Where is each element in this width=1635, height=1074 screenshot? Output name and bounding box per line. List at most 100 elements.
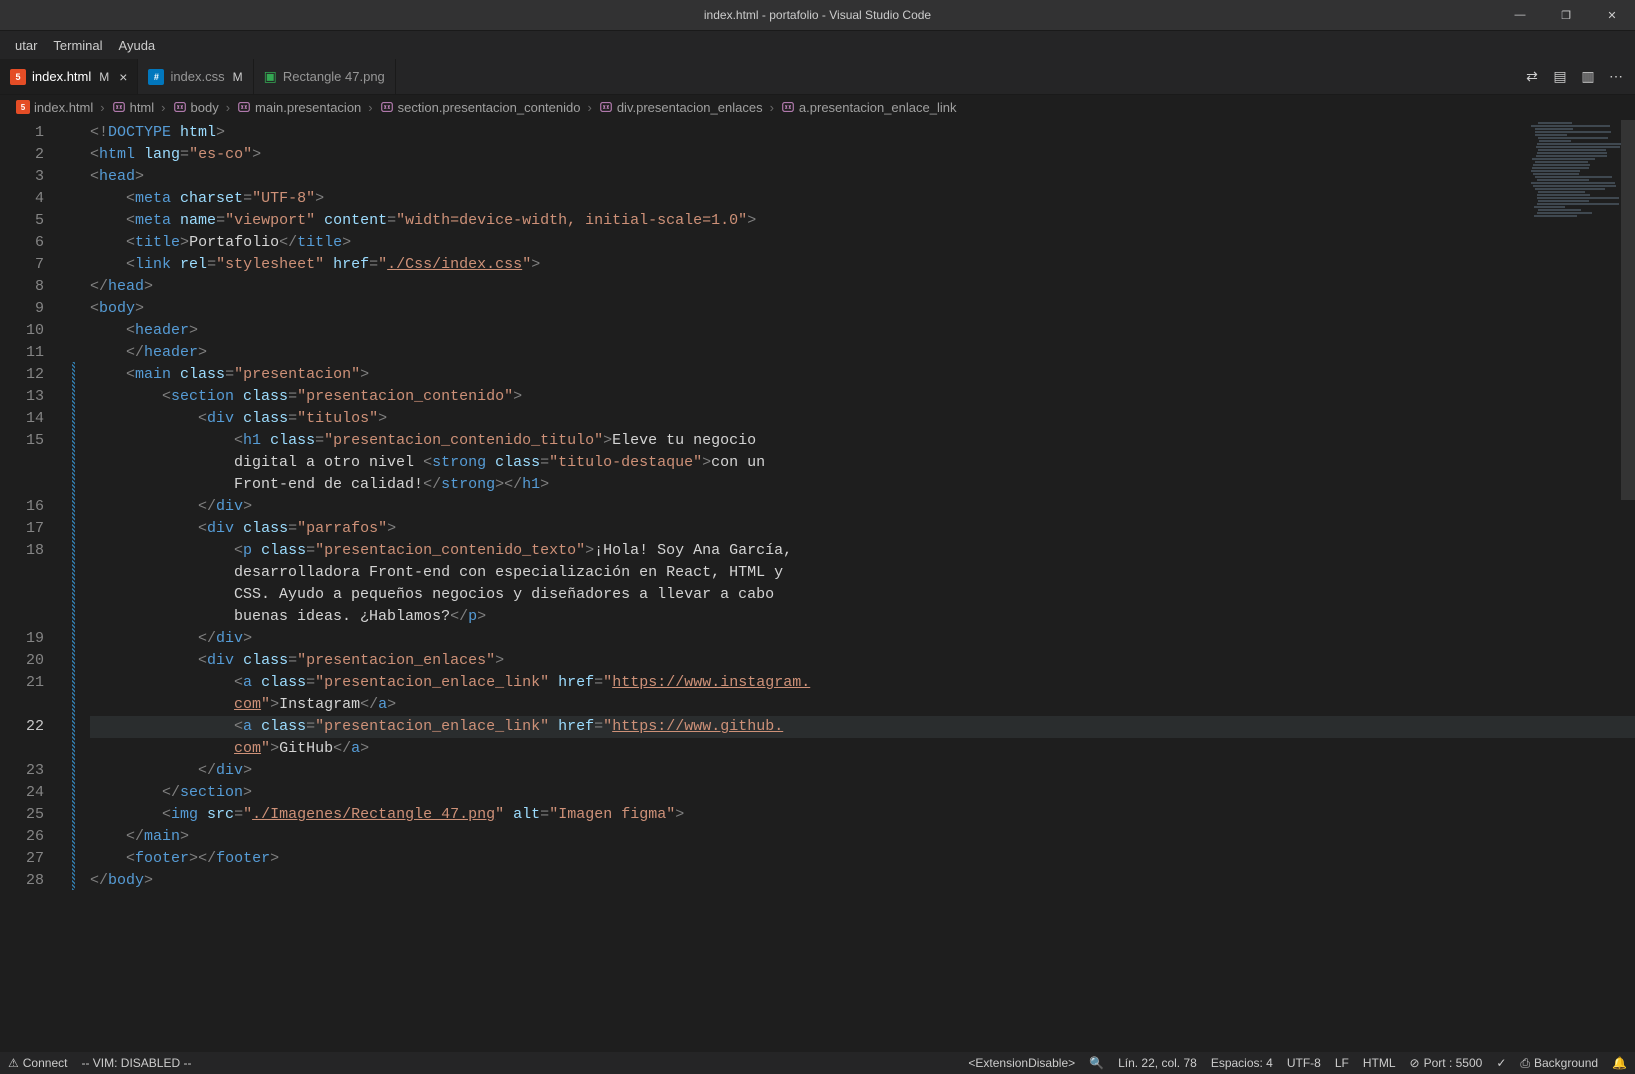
breadcrumb-label: div.presentacion_enlaces [617, 100, 763, 115]
code-line[interactable]: </div> [90, 628, 1635, 650]
code-line[interactable]: <meta charset="UTF-8"> [90, 188, 1635, 210]
maximize-button[interactable]: ❐ [1543, 0, 1589, 30]
more-actions-icon[interactable]: ⋯ [1607, 68, 1625, 86]
tab-label: index.css [170, 69, 224, 84]
statusbar: ⚠Connect -- VIM: DISABLED -- <ExtensionDi… [0, 1052, 1635, 1074]
code-line[interactable]: </main> [90, 826, 1635, 848]
minimize-button[interactable]: — [1497, 0, 1543, 30]
modified-indicator: M [99, 70, 109, 84]
breadcrumb-label: index.html [34, 100, 93, 115]
tabs-bar: 5index.htmlM×#index.cssM▣Rectangle 47.pn… [0, 59, 1635, 95]
code-line[interactable]: <a class="presentacion_enlace_link" href… [90, 716, 1635, 738]
code-line[interactable]: </header> [90, 342, 1635, 364]
code-line[interactable]: </head> [90, 276, 1635, 298]
line-gutter: 123456789101112131415 161718 192021 22 2… [0, 120, 68, 1052]
breadcrumb-label: section.presentacion_contenido [398, 100, 581, 115]
compare-changes-icon[interactable]: ⇄ [1523, 68, 1541, 86]
chevron-right-icon: › [770, 100, 774, 115]
tab-rectangle-47-png[interactable]: ▣ Rectangle 47.png [254, 59, 396, 94]
breadcrumb-label: html [130, 100, 155, 115]
status-text: HTML [1363, 1056, 1396, 1070]
breadcrumb-item[interactable]: ›html [97, 100, 154, 115]
status-text: Lín. 22, col. 78 [1118, 1056, 1197, 1070]
code-line[interactable]: <header> [90, 320, 1635, 342]
editor[interactable]: 123456789101112131415 161718 192021 22 2… [0, 120, 1635, 1052]
statusbar-item[interactable]: 🔍 [1089, 1056, 1104, 1070]
chevron-right-icon: › [368, 100, 372, 115]
code-line[interactable]: <main class="presentacion"> [90, 364, 1635, 386]
code-line[interactable]: <head> [90, 166, 1635, 188]
statusbar-item[interactable]: HTML [1363, 1056, 1396, 1070]
statusbar-item[interactable]: 🔔 [1612, 1056, 1627, 1070]
statusbar-item[interactable]: UTF-8 [1287, 1056, 1321, 1070]
split-right-icon[interactable]: ▥ [1579, 68, 1597, 86]
chevron-right-icon: › [161, 100, 165, 115]
code-line[interactable]: <html lang="es-co"> [90, 144, 1635, 166]
breadcrumb-item[interactable]: 5index.html [16, 100, 93, 115]
code-line[interactable]: </div> [90, 760, 1635, 782]
status-text: <ExtensionDisable> [968, 1056, 1075, 1070]
split-down-icon[interactable]: ▤ [1551, 68, 1569, 86]
status-icon: ⊘ [1410, 1056, 1420, 1070]
code-line[interactable]: <p class="presentacion_contenido_texto">… [90, 540, 1635, 562]
breadcrumb-label: body [191, 100, 219, 115]
code-line[interactable]: <footer></footer> [90, 848, 1635, 870]
menu-item-ayuda[interactable]: Ayuda [112, 36, 163, 55]
symbol-icon [781, 100, 795, 114]
breadcrumb-item[interactable]: › body [158, 100, 219, 115]
close-tab-icon[interactable]: × [119, 69, 127, 85]
statusbar-item[interactable]: Lín. 22, col. 78 [1118, 1056, 1197, 1070]
image-file-icon: ▣ [264, 68, 277, 85]
statusbar-item[interactable]: <ExtensionDisable> [968, 1056, 1075, 1070]
statusbar-item[interactable]: ⎙Background [1520, 1056, 1598, 1071]
chevron-right-icon: › [587, 100, 591, 115]
code-line[interactable]: buenas ideas. ¿Hablamos?</p> [90, 606, 1635, 628]
tab-label: Rectangle 47.png [283, 69, 385, 84]
status-icon: ✓ [1496, 1056, 1506, 1070]
code-line[interactable]: </body> [90, 870, 1635, 892]
code-content[interactable]: <!DOCTYPE html><html lang="es-co"><head>… [68, 120, 1635, 1052]
code-line[interactable]: CSS. Ayudo a pequeños negocios y diseñad… [90, 584, 1635, 606]
close-button[interactable]: ✕ [1589, 0, 1635, 30]
statusbar-item[interactable]: LF [1335, 1056, 1349, 1070]
tab-label: index.html [32, 69, 91, 84]
menu-item-terminal[interactable]: Terminal [46, 36, 109, 55]
code-line[interactable]: <meta name="viewport" content="width=dev… [90, 210, 1635, 232]
statusbar-item[interactable]: Espacios: 4 [1211, 1056, 1273, 1070]
code-line[interactable]: <a class="presentacion_enlace_link" href… [90, 672, 1635, 694]
code-line[interactable]: <div class="parrafos"> [90, 518, 1635, 540]
statusbar-item[interactable]: ✓ [1496, 1056, 1506, 1070]
tab-index-css[interactable]: #index.cssM [138, 59, 253, 94]
chevron-right-icon: › [226, 100, 230, 115]
code-line[interactable]: <div class="presentacion_enlaces"> [90, 650, 1635, 672]
code-line[interactable]: <div class="titulos"> [90, 408, 1635, 430]
statusbar-item[interactable]: -- VIM: DISABLED -- [81, 1056, 191, 1070]
breadcrumb-item[interactable]: › section.presentacion_contenido [365, 100, 580, 115]
menu-item-utar[interactable]: utar [8, 36, 44, 55]
code-line[interactable]: <section class="presentacion_contenido"> [90, 386, 1635, 408]
window-title: index.html - portafolio - Visual Studio … [704, 8, 931, 22]
code-line[interactable]: com">Instagram</a> [90, 694, 1635, 716]
code-line[interactable]: <!DOCTYPE html> [90, 122, 1635, 144]
code-line[interactable]: <title>Portafolio</title> [90, 232, 1635, 254]
code-line[interactable]: </div> [90, 496, 1635, 518]
tab-index-html[interactable]: 5index.htmlM× [0, 59, 138, 94]
symbol-icon [112, 100, 126, 114]
breadcrumb-item[interactable]: › div.presentacion_enlaces [584, 100, 762, 115]
code-line[interactable]: <img src="./Imagenes/Rectangle 47.png" a… [90, 804, 1635, 826]
code-line[interactable]: <link rel="stylesheet" href="./Css/index… [90, 254, 1635, 276]
breadcrumb-item[interactable]: ›main.presentacion [223, 100, 362, 115]
breadcrumbs[interactable]: 5index.html›html›body›main.presentacion›… [0, 95, 1635, 120]
code-line[interactable]: <body> [90, 298, 1635, 320]
status-text: Background [1534, 1056, 1598, 1070]
code-line[interactable]: desarrolladora Front-end con especializa… [90, 562, 1635, 584]
breadcrumb-item[interactable]: ›a.presentacion_enlace_link [767, 100, 957, 115]
scrollbar-thumb[interactable] [1621, 120, 1635, 500]
code-line[interactable]: com">GitHub</a> [90, 738, 1635, 760]
statusbar-item[interactable]: ⊘Port : 5500 [1410, 1056, 1483, 1070]
code-line[interactable]: </section> [90, 782, 1635, 804]
code-line[interactable]: digital a otro nivel <strong class="titu… [90, 452, 1635, 474]
statusbar-item[interactable]: ⚠Connect [8, 1056, 67, 1070]
code-line[interactable]: Front-end de calidad!</strong></h1> [90, 474, 1635, 496]
code-line[interactable]: <h1 class="presentacion_contenido_titulo… [90, 430, 1635, 452]
